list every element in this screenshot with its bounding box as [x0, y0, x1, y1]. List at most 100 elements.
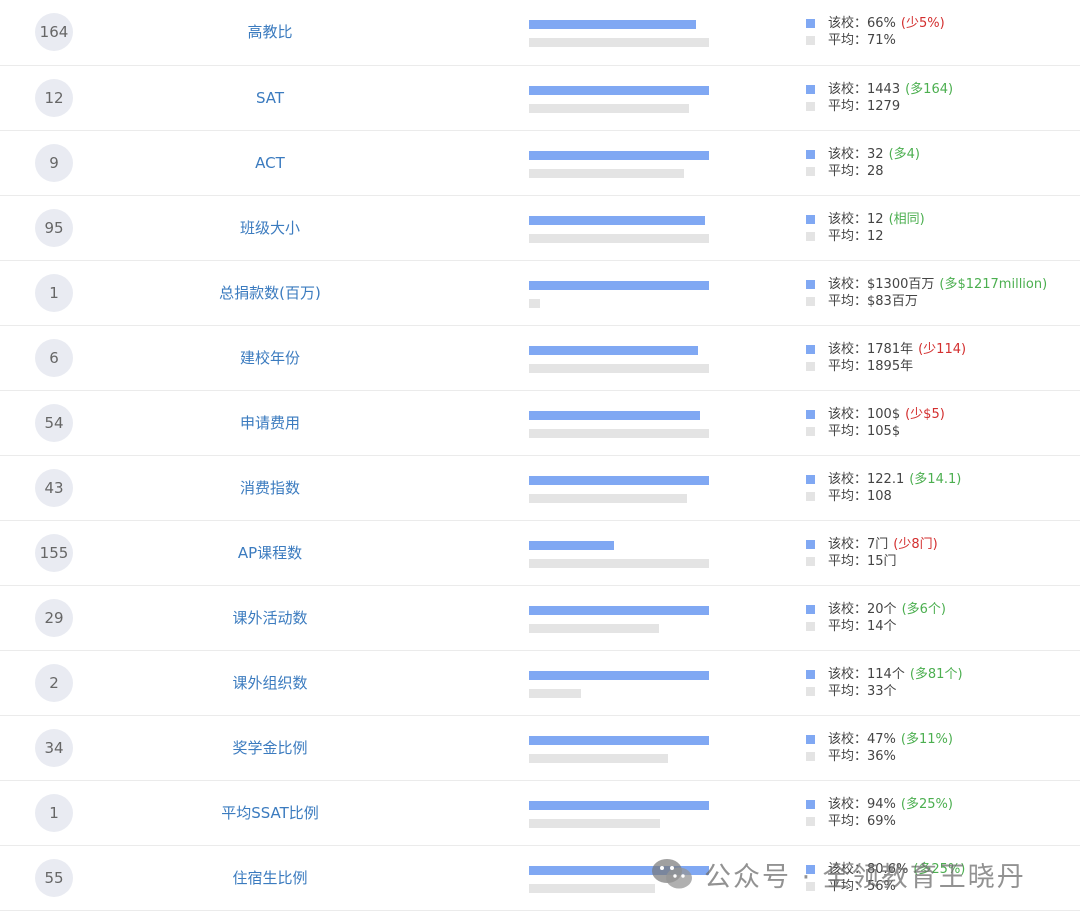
metric-label[interactable]: 课外组织数	[170, 651, 370, 716]
school-legend-line: 该校： 114个 (多81个)	[806, 666, 963, 683]
school-legend-line: 该校： 32 (多4)	[806, 146, 920, 163]
average-swatch	[806, 817, 815, 826]
value-legend: 该校： 12 (相同) 平均： 12	[806, 211, 925, 245]
school-value: 1443	[867, 82, 901, 97]
metric-label[interactable]: 住宿生比例	[170, 846, 370, 911]
average-swatch	[806, 102, 815, 111]
school-value: 94%	[867, 797, 896, 812]
table-row: 155 AP课程数 该校： 7门 (少8门) 平均： 15门	[0, 521, 1080, 586]
metric-label[interactable]: 高教比	[170, 0, 370, 65]
school-legend-line: 该校： 1781年 (少114)	[806, 341, 966, 358]
school-bar	[529, 671, 709, 680]
school-legend-label: 该校：	[828, 407, 868, 422]
school-legend-label: 该校：	[828, 277, 868, 292]
average-value: 1895年	[867, 359, 914, 374]
average-swatch	[806, 427, 815, 436]
school-value: 66%	[867, 16, 896, 31]
average-bar	[529, 429, 709, 438]
metric-label[interactable]: 申请费用	[170, 391, 370, 456]
school-swatch	[806, 280, 815, 289]
table-row: 9 ACT 该校： 32 (多4) 平均： 28	[0, 131, 1080, 196]
metric-label[interactable]: AP课程数	[170, 521, 370, 586]
bar-pair	[529, 281, 714, 311]
school-value: 12	[867, 212, 884, 227]
average-bar	[529, 754, 668, 763]
bar-pair	[529, 411, 714, 441]
average-value: 33个	[867, 684, 897, 699]
value-legend: 该校： 20个 (多6个) 平均： 14个	[806, 601, 946, 635]
metric-label[interactable]: 班级大小	[170, 196, 370, 261]
bar-pair	[529, 606, 714, 636]
average-legend-label: 平均：	[828, 489, 868, 504]
difference-text: (相同)	[888, 212, 925, 227]
school-bar	[529, 346, 698, 355]
table-row: 12 SAT 该校： 1443 (多164) 平均： 1279	[0, 66, 1080, 131]
average-legend-label: 平均：	[828, 814, 868, 829]
bar-pair	[529, 801, 714, 831]
average-swatch	[806, 557, 815, 566]
average-legend-label: 平均：	[828, 33, 868, 48]
school-bar	[529, 20, 696, 29]
average-swatch	[806, 232, 815, 241]
table-row: 6 建校年份 该校： 1781年 (少114) 平均： 1895年	[0, 326, 1080, 391]
metric-label[interactable]: 奖学金比例	[170, 716, 370, 781]
metric-label[interactable]: 建校年份	[170, 326, 370, 391]
school-swatch	[806, 215, 815, 224]
average-value: $83百万	[867, 294, 918, 309]
average-bar	[529, 884, 655, 893]
average-bar	[529, 624, 659, 633]
school-legend-label: 该校：	[828, 82, 868, 97]
average-value: 1279	[867, 99, 901, 114]
value-legend: 该校： $1300百万 (多$1217million) 平均： $83百万	[806, 276, 1047, 310]
comparison-table: 164 高教比 该校： 66% (少5%) 平均： 71% 12 SAT 该校：…	[0, 0, 1080, 911]
average-legend-line: 平均： 28	[806, 163, 920, 180]
school-legend-label: 该校：	[828, 342, 868, 357]
school-legend-label: 该校：	[828, 732, 868, 747]
average-legend-label: 平均：	[828, 229, 868, 244]
average-bar	[529, 819, 660, 828]
bar-pair	[529, 736, 714, 766]
school-value: 80.6%	[867, 862, 909, 877]
metric-label[interactable]: 总捐款数(百万)	[170, 261, 370, 326]
metric-label[interactable]: 消费指数	[170, 456, 370, 521]
school-value: 20个	[867, 602, 897, 617]
bar-pair	[529, 151, 714, 181]
average-legend-line: 平均： 14个	[806, 618, 946, 635]
school-value: 47%	[867, 732, 896, 747]
school-legend-line: 该校： 100$ (少$5)	[806, 406, 945, 423]
rank-badge: 43	[35, 469, 73, 507]
school-legend-line: 该校： 47% (多11%)	[806, 731, 953, 748]
difference-text: (多25%)	[900, 797, 953, 812]
table-row: 29 课外活动数 该校： 20个 (多6个) 平均： 14个	[0, 586, 1080, 651]
school-swatch	[806, 605, 815, 614]
metric-label[interactable]: SAT	[170, 66, 370, 131]
school-legend-line: 该校： 94% (多25%)	[806, 796, 953, 813]
school-legend-line: 该校： 122.1 (多14.1)	[806, 471, 961, 488]
metric-label[interactable]: 课外活动数	[170, 586, 370, 651]
average-value: 105$	[867, 424, 901, 439]
school-swatch	[806, 865, 815, 874]
table-row: 55 住宿生比例 该校： 80.6% (多25%) 平均： 56%	[0, 846, 1080, 911]
value-legend: 该校： 47% (多11%) 平均： 36%	[806, 731, 953, 765]
rank-badge: 164	[35, 13, 73, 51]
school-legend-label: 该校：	[828, 797, 868, 812]
school-value: 7门	[867, 537, 889, 552]
difference-text: (多6个)	[901, 602, 946, 617]
bar-pair	[529, 541, 714, 571]
average-legend-label: 平均：	[828, 554, 868, 569]
average-legend-line: 平均： $83百万	[806, 293, 1047, 310]
table-row: 1 平均SSAT比例 该校： 94% (多25%) 平均： 69%	[0, 781, 1080, 846]
metric-label[interactable]: 平均SSAT比例	[170, 781, 370, 846]
average-value: 108	[867, 489, 892, 504]
school-swatch	[806, 345, 815, 354]
difference-text: (少$5)	[905, 407, 945, 422]
value-legend: 该校： 7门 (少8门) 平均： 15门	[806, 536, 938, 570]
average-bar	[529, 234, 709, 243]
bar-pair	[529, 671, 714, 701]
average-legend-label: 平均：	[828, 684, 868, 699]
school-swatch	[806, 540, 815, 549]
table-row: 164 高教比 该校： 66% (少5%) 平均： 71%	[0, 0, 1080, 66]
school-bar	[529, 736, 709, 745]
average-swatch	[806, 622, 815, 631]
metric-label[interactable]: ACT	[170, 131, 370, 196]
